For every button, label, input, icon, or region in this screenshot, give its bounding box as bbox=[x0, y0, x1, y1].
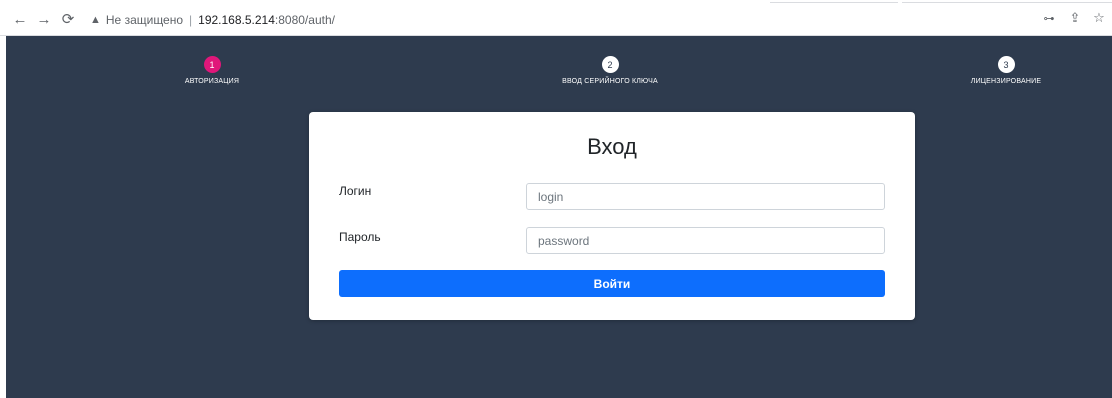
step-number-badge: 2 bbox=[601, 56, 619, 73]
password-label: Пароль bbox=[339, 230, 381, 244]
address-bar[interactable]: ▲ Не защищено | 192.168.5.214 :8080/auth… bbox=[82, 7, 1030, 33]
star-icon[interactable]: ☆ bbox=[1090, 10, 1108, 26]
page-title: Вход bbox=[587, 134, 637, 159]
step-licensing: 3 ЛИЦЕНЗИРОВАНИЕ bbox=[906, 56, 1106, 85]
step-authorization: 1 АВТОРИЗАЦИЯ bbox=[112, 56, 312, 85]
page-content: 1 АВТОРИЗАЦИЯ 2 ВВОД СЕРИЙНОГО КЛЮЧА 3 Л… bbox=[6, 36, 1112, 398]
url-host: 192.168.5.214 bbox=[198, 13, 275, 27]
login-button[interactable]: Войти bbox=[339, 270, 885, 297]
address-separator: | bbox=[189, 13, 193, 27]
step-label: ЛИЦЕНЗИРОВАНИЕ bbox=[970, 78, 1042, 85]
tab-edge bbox=[770, 2, 898, 3]
login-label: Логин bbox=[339, 184, 372, 198]
browser-toolbar: ← → ⟳ ▲ Не защищено | 192.168.5.214 :808… bbox=[0, 4, 1112, 36]
step-label: АВТОРИЗАЦИЯ bbox=[184, 78, 240, 85]
step-number-badge: 3 bbox=[997, 56, 1015, 73]
key-icon[interactable]: ⊶ bbox=[1040, 12, 1058, 25]
reload-icon[interactable]: ⟳ bbox=[58, 9, 78, 29]
login-input[interactable] bbox=[526, 183, 885, 210]
tab-edge bbox=[902, 2, 1112, 3]
step-serial-key: 2 ВВОД СЕРИЙНОГО КЛЮЧА bbox=[510, 56, 710, 85]
login-card: Вход Логин Пароль Войти bbox=[309, 112, 915, 320]
step-label: ВВОД СЕРИЙНОГО КЛЮЧА bbox=[562, 78, 658, 85]
warning-triangle-icon[interactable]: ▲ bbox=[90, 14, 101, 26]
security-status[interactable]: Не защищено bbox=[106, 13, 183, 27]
arrow-right-icon[interactable]: → bbox=[34, 9, 54, 29]
url-path: :8080/auth/ bbox=[274, 13, 335, 27]
password-input[interactable] bbox=[526, 227, 885, 254]
arrow-left-icon[interactable]: ← bbox=[10, 9, 30, 29]
step-number-badge: 1 bbox=[203, 56, 221, 73]
share-icon[interactable]: ⇪ bbox=[1066, 10, 1084, 26]
